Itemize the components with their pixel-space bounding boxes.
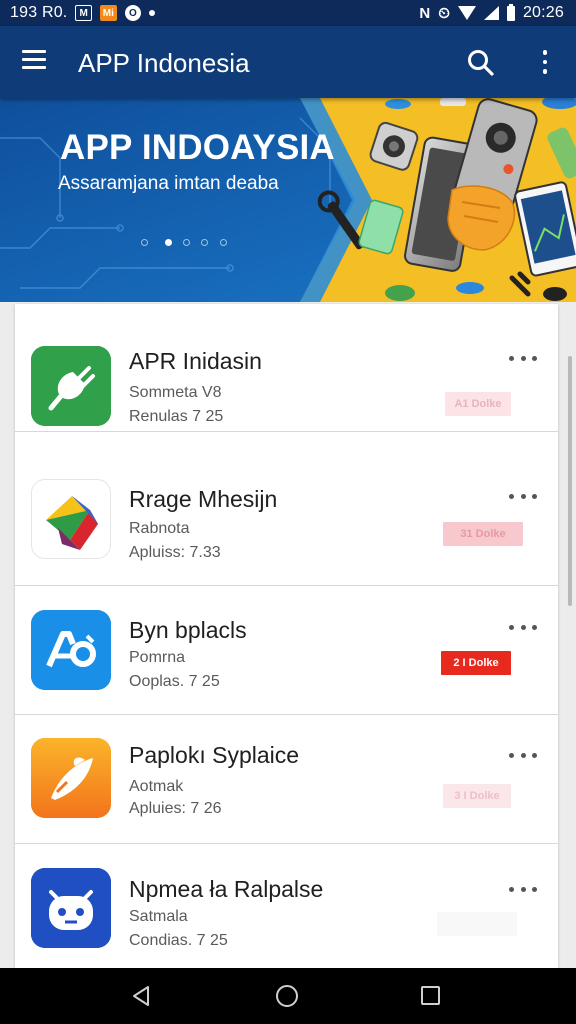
- app-meta-line: Aotmak: [129, 778, 184, 795]
- colorful-gem-icon: [31, 479, 111, 559]
- app-name: APR Inidasin: [129, 348, 262, 374]
- app-meta-line: Sommeta V8: [129, 384, 222, 401]
- list-item[interactable]: Rrage Mhesijn Rabnota Apluiss: 7.33 31 D…: [15, 458, 558, 586]
- battery-icon: [506, 3, 515, 21]
- more-options-icon[interactable]: [509, 489, 537, 503]
- list-item[interactable]: Byn bplacls Pomrna Ooplas. 7 25 2 I Dolk…: [15, 587, 558, 715]
- app-meta-line: Renulas 7 25: [129, 408, 224, 425]
- carousel-dot[interactable]: [183, 239, 190, 246]
- menu-icon[interactable]: [22, 50, 50, 74]
- home-icon[interactable]: [276, 985, 298, 1007]
- back-icon[interactable]: [130, 984, 152, 1008]
- app-meta-line: Ooplas. 7 25: [129, 673, 220, 690]
- status-badge[interactable]: [437, 912, 517, 936]
- banner-title: APP INDOAYSIA: [60, 128, 335, 167]
- rocket-icon: [31, 738, 111, 818]
- status-left: 193 R0. M Mi O: [10, 4, 155, 22]
- search-icon[interactable]: [466, 48, 496, 78]
- more-options-icon[interactable]: [509, 351, 537, 365]
- wifi-icon: [457, 6, 476, 20]
- navigation-bar: [0, 968, 576, 1024]
- app-name: Npmea ła Ralpalse: [129, 876, 324, 902]
- signal-icon: [483, 6, 499, 20]
- carousel-dot[interactable]: [141, 239, 148, 246]
- more-options-icon[interactable]: [509, 882, 537, 896]
- carousel-dot[interactable]: [201, 239, 208, 246]
- app-meta-line: Condias. 7 25: [129, 932, 228, 949]
- plug-icon: [31, 346, 111, 426]
- status-badge[interactable]: 2 I Dolke: [441, 651, 511, 675]
- list-item[interactable]: APR Inidasin Sommeta V8 Renulas 7 25 A1 …: [15, 304, 558, 432]
- mail-icon: M: [75, 5, 92, 21]
- mi-icon: Mi: [99, 5, 117, 21]
- carousel-dot-active[interactable]: [165, 239, 172, 246]
- status-bar: 193 R0. M Mi O N ⏲ 20:26: [0, 0, 576, 26]
- promo-banner[interactable]: APP INDOAYSIA Assaramjana imtan deaba: [0, 98, 576, 302]
- more-options-icon[interactable]: [509, 748, 537, 762]
- status-badge[interactable]: 3 I Dolke: [443, 784, 511, 808]
- status-right: N ⏲ 20:26: [419, 3, 564, 22]
- app-title: APP Indonesia: [78, 48, 250, 78]
- status-badge[interactable]: A1 Dolke: [445, 392, 511, 416]
- status-carrier-text: 193 R0.: [10, 4, 68, 21]
- app-screen: 193 R0. M Mi O N ⏲ 20:26 APP Indonesia A…: [0, 0, 576, 1024]
- app-list: APR Inidasin Sommeta V8 Renulas 7 25 A1 …: [15, 304, 558, 968]
- app-meta-line: Satmala: [129, 908, 188, 925]
- carousel-dot[interactable]: [220, 239, 227, 246]
- list-item[interactable]: Npmea ła Ralpalse Satmala Condias. 7 25: [15, 846, 558, 968]
- ab-logo-icon: [31, 610, 111, 690]
- list-item[interactable]: Paplokı Syplaice Aotmak Apluies: 7 26 3 …: [15, 716, 558, 844]
- app-name: Paplokı Syplaice: [129, 742, 300, 768]
- app-bar: APP Indonesia: [0, 26, 576, 98]
- location-dot-icon: [148, 10, 155, 16]
- app-name: Byn bplacls: [129, 617, 247, 643]
- status-time: 20:26: [522, 4, 564, 21]
- recents-icon[interactable]: [421, 986, 440, 1005]
- target-icon: O: [124, 5, 141, 21]
- more-vert-icon[interactable]: [534, 46, 556, 78]
- more-options-icon[interactable]: [509, 620, 537, 634]
- robot-face-icon: [31, 868, 111, 948]
- app-meta-line: Rabnota: [129, 520, 190, 537]
- app-meta-line: Pomrna: [129, 649, 186, 666]
- nfc-icon: N: [419, 4, 431, 22]
- status-badge[interactable]: 31 Dolke: [443, 522, 523, 546]
- app-meta-line: Apluiss: 7.33: [129, 544, 221, 561]
- alarm-icon: ⏲: [438, 4, 450, 22]
- app-name: Rrage Mhesijn: [129, 486, 278, 512]
- app-meta-line: Apluies: 7 26: [129, 800, 222, 817]
- list-scrollbar[interactable]: [568, 356, 572, 606]
- banner-subtitle: Assaramjana imtan deaba: [58, 173, 279, 194]
